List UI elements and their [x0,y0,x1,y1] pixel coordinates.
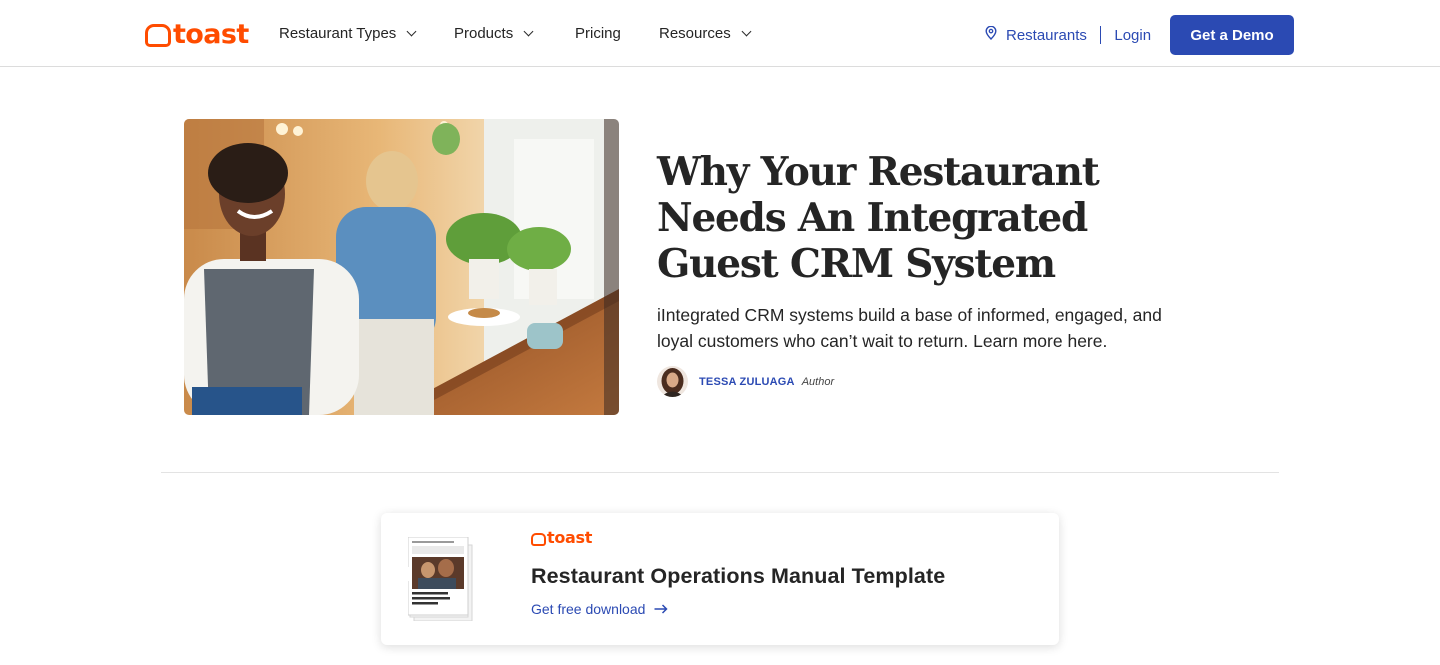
site-header: toast Restaurant Types Products Pricing … [0,0,1440,67]
promo-cta-label: Get free download [531,601,646,617]
get-free-download-link[interactable]: Get free download [531,601,668,617]
login-link[interactable]: Login [1114,27,1151,44]
chevron-down-icon [741,26,752,37]
nav-resources[interactable]: Resources [659,0,752,67]
header-right-links: Restaurants Login [985,0,1151,70]
arrow-right-icon [654,604,668,614]
promo-card[interactable]: Restaurant Operations Manual Template to… [381,513,1059,645]
nav-restaurant-types-label: Restaurant Types [279,25,397,42]
section-divider [161,472,1279,473]
manual-template-thumbnail [408,537,473,621]
get-a-demo-button[interactable]: Get a Demo [1170,15,1294,55]
toast-logo-icon [145,23,171,47]
author-name[interactable]: TESSA ZULUAGA [699,376,795,388]
author-avatar [657,366,688,397]
nav-pricing[interactable]: Pricing [575,0,621,67]
restaurants-link[interactable]: Restaurants [1006,27,1087,44]
author-role: Author [801,375,835,388]
promo-toast-logo: toast [531,530,592,546]
author-portrait-icon [657,366,688,397]
chevron-down-icon [523,26,534,37]
nav-restaurant-types[interactable]: Restaurant Types [279,0,417,67]
logo-text: toast [173,18,249,50]
toast-logo[interactable]: toast [145,18,249,50]
link-divider [1099,26,1102,44]
promo-logo-text: toast [547,528,593,547]
location-pin-icon [985,26,997,40]
nav-products[interactable]: Products [454,0,534,67]
promo-title: Restaurant Operations Manual Template [531,564,946,588]
toast-logo-icon [531,532,546,546]
author-byline: TESSA ZULUAGA Author [657,366,834,397]
article-description: iIntegrated CRM systems build a base of … [657,305,1162,351]
restaurant-scene-illustration [184,119,619,415]
article-hero-image [184,119,619,415]
nav-resources-label: Resources [659,25,731,42]
nav-pricing-label: Pricing [575,25,621,42]
chevron-down-icon [406,26,417,37]
nav-products-label: Products [454,25,514,42]
article-title[interactable]: Why Your Restaurant Needs An Integrated … [657,149,1177,287]
thumbnail-caption: Restaurant Operations Manual Template [381,513,382,514]
